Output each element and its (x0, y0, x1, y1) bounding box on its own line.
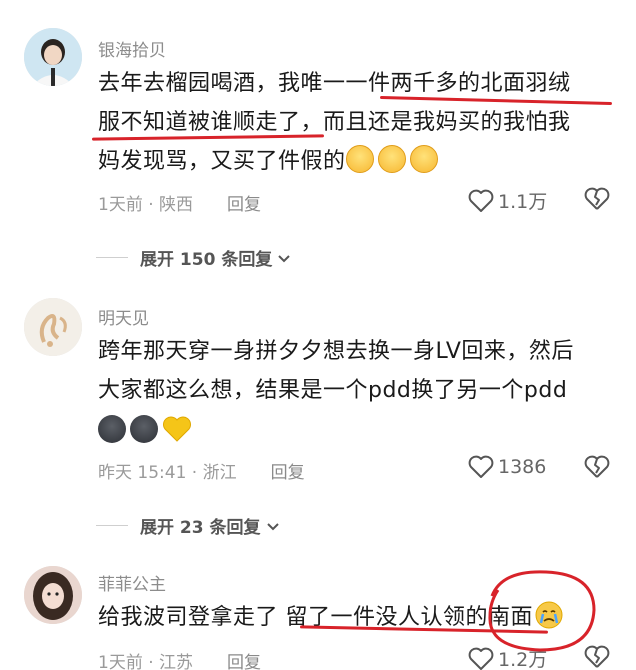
broken-heart-icon (584, 187, 610, 210)
like-button[interactable]: 1386 (468, 455, 546, 479)
chevron-down-icon (266, 522, 279, 530)
expand-replies-button[interactable]: 展开 23 条回复 (96, 513, 281, 538)
comment-text-line: 去年去榴园喝酒，我唯一一件两千多的北面羽绒 (98, 71, 571, 96)
dark-face-emoji-icon (98, 415, 126, 443)
chevron-down-icon (278, 254, 291, 262)
username[interactable]: 银海拾贝 (98, 36, 166, 61)
divider-line (96, 257, 128, 258)
yellow-heart-emoji-icon (163, 416, 191, 442)
comment-meta: 1天前 · 陕西 回复 (98, 190, 261, 215)
smile-emoji-icon (409, 145, 438, 173)
time-location: 昨天 15:41 · 浙江 (98, 463, 237, 483)
dislike-button[interactable] (584, 187, 610, 215)
dislike-button[interactable] (584, 645, 610, 670)
broken-heart-icon (584, 645, 610, 668)
smile-emoji-icon (377, 145, 406, 173)
smile-emoji-icon (345, 145, 374, 173)
heart-outline-icon (468, 647, 494, 670)
username[interactable]: 明天见 (98, 304, 149, 329)
time-location: 1天前 · 陕西 (98, 195, 194, 215)
like-count: 1386 (498, 456, 547, 478)
username[interactable]: 菲菲公主 (98, 570, 166, 595)
like-button[interactable]: 1.2万 (468, 645, 547, 670)
divider-line (96, 525, 128, 526)
avatar[interactable] (24, 28, 82, 86)
time-location: 1天前 · 江苏 (98, 653, 194, 670)
reply-button[interactable]: 回复 (227, 190, 261, 215)
comment-text-line: 大家都这么想，结果是一个pdd换了另一个pdd (98, 378, 568, 403)
heart-outline-icon (468, 189, 494, 212)
comment-text-line: 跨年那天穿一身拼夕夕想去换一身LV回来，然后 (98, 339, 574, 364)
expand-replies-label: 展开 23 条回复 (140, 518, 261, 538)
expand-replies-button[interactable]: 展开 150 条回复 (96, 245, 292, 270)
comment-text: 跨年那天穿一身拼夕夕想去换一身LV回来，然后 大家都这么想，结果是一个pdd换了… (98, 332, 618, 451)
reply-button[interactable]: 回复 (271, 458, 305, 483)
comment-text: 去年去榴园喝酒，我唯一一件两千多的北面羽绒 服不知道被谁顺走了，而且还是我妈买的… (98, 64, 618, 181)
broken-heart-icon (584, 455, 610, 478)
like-button[interactable]: 1.1万 (468, 187, 547, 214)
dislike-button[interactable] (584, 455, 610, 483)
like-count: 1.2万 (498, 649, 548, 670)
comment-meta: 1天前 · 江苏 回复 (98, 648, 261, 670)
like-count: 1.1万 (498, 191, 548, 213)
comment-text-segment: 妈发现骂，又买了件假的 (98, 149, 346, 174)
comment-text-line: 妈发现骂，又买了件假的 (98, 142, 618, 181)
avatar[interactable] (24, 566, 82, 624)
reply-button[interactable]: 回复 (227, 648, 261, 670)
heart-outline-icon (468, 455, 494, 478)
avatar[interactable] (24, 298, 82, 356)
expand-replies-label: 展开 150 条回复 (140, 250, 273, 270)
dark-face-emoji-icon (130, 415, 158, 443)
comment-text-line (98, 412, 618, 451)
comment-meta: 昨天 15:41 · 浙江 回复 (98, 458, 305, 483)
